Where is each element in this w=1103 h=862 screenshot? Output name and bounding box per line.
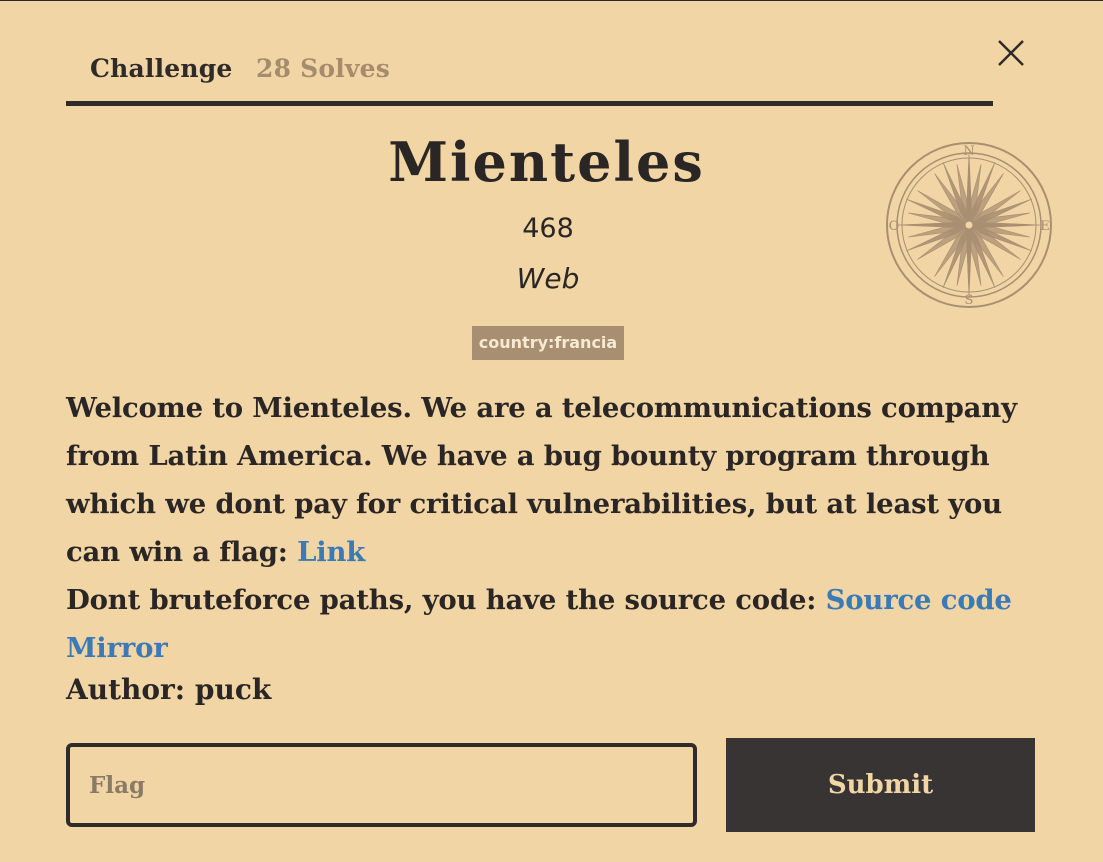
author-label: Author: — [66, 673, 195, 706]
close-icon — [998, 40, 1024, 66]
author-line: Author: puck — [66, 673, 271, 706]
modal-top-border — [0, 0, 1103, 1]
compass-west-label: O — [889, 219, 900, 234]
compass-rose-icon: N E S O — [886, 142, 1052, 308]
flag-input[interactable] — [66, 743, 697, 827]
challenge-description: Welcome to Mienteles. We are a telecommu… — [66, 384, 1051, 672]
compass-east-label: E — [1040, 219, 1050, 234]
description-text-2: Dont bruteforce paths, you have the sour… — [66, 584, 826, 616]
submit-button[interactable]: Submit — [726, 738, 1035, 832]
tab-bar: Challenge 28 Solves — [66, 48, 993, 106]
description-text-1: Welcome to Mienteles. We are a telecommu… — [66, 392, 1017, 568]
compass-north-label: N — [963, 144, 974, 159]
close-button[interactable] — [996, 38, 1026, 68]
source-code-link[interactable]: Source code — [826, 584, 1012, 616]
mirror-link[interactable]: Mirror — [66, 632, 168, 664]
compass-south-label: S — [965, 293, 974, 308]
challenge-link[interactable]: Link — [297, 536, 365, 568]
tab-challenge[interactable]: Challenge — [90, 54, 233, 83]
challenge-tag: country:francia — [472, 326, 624, 360]
tab-solves[interactable]: 28 Solves — [256, 54, 390, 83]
author-name: puck — [194, 673, 272, 706]
